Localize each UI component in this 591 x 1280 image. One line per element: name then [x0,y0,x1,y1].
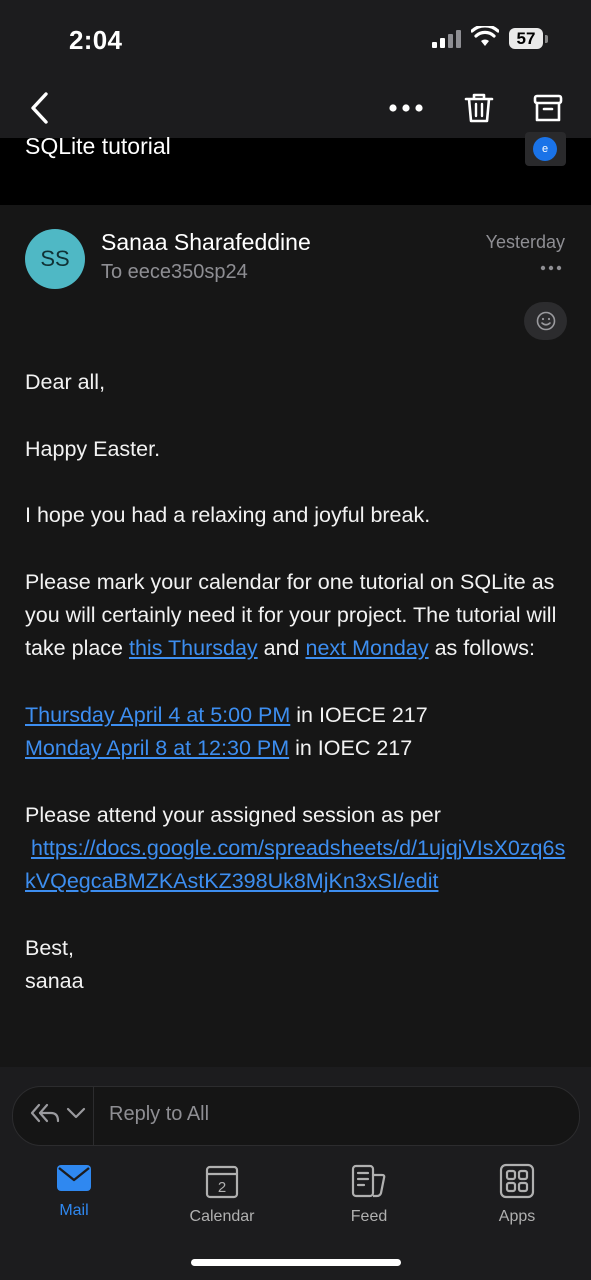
date-link-this-thursday[interactable]: this Thursday [129,636,258,660]
message-more-icon[interactable] [540,265,562,271]
battery-level: 57 [509,28,543,49]
body-paragraph: Please attend your assigned session as p… [25,799,570,899]
status-bar: 2:04 57 [0,0,591,78]
session-room: in IOEC 217 [289,736,413,761]
chevron-left-icon [31,92,48,124]
home-indicator[interactable] [191,1259,401,1266]
closing: Best, [25,936,74,961]
sender-thumbnail[interactable]: e [525,132,566,166]
signature: sanaa [25,969,84,994]
bottom-area: Reply to All Mail 2 Calendar Feed Apps [0,1067,591,1280]
status-time: 2:04 [69,25,123,55]
thumbnail-letter: e [533,137,557,161]
calendar-icon: 2 [205,1165,239,1199]
avatar[interactable]: SS [25,229,85,289]
tab-label: Mail [59,1202,89,1219]
tab-mail[interactable]: Mail [26,1163,122,1220]
text-run: as follows: [428,636,535,661]
back-button[interactable] [20,86,60,130]
session-link-monday[interactable]: Monday April 8 at 12:30 PM [25,736,289,760]
more-horizontal-icon [389,104,423,112]
tab-label: Apps [498,1208,536,1225]
text-run: and [257,636,306,661]
greeting: Dear all, [25,370,106,394]
tab-label: Calendar [189,1208,255,1225]
nav-bar [0,78,591,138]
text-run: Please attend your assigned session as p… [25,802,441,827]
reaction-button[interactable] [524,302,567,340]
sign-off: Best, sanaa [25,932,570,999]
message-date: Yesterday [485,232,565,252]
session-room: in IOECE 217 [290,702,428,727]
message-card: SS Sanaa Sharafeddine To eece350sp24 Yes… [0,205,591,1067]
spreadsheet-link[interactable]: https://docs.google.com/spreadsheets/d/1… [25,836,565,893]
email-subject: SQLite tutorial [25,133,171,159]
reply-mode-selector[interactable] [29,1101,87,1125]
body-paragraph: Happy Easter. [25,436,161,461]
more-options-button[interactable] [384,86,428,130]
body-paragraph: Please mark your calendar for one tutori… [25,566,570,666]
session-link-thursday[interactable]: Thursday April 4 at 5:00 PM [25,703,290,727]
archive-button[interactable] [527,84,569,132]
tab-apps[interactable]: Apps [469,1163,565,1226]
subject-header: SQLite tutorial e [0,132,591,204]
archive-icon [533,94,563,122]
reply-all-icon [30,1103,60,1123]
chevron-down-icon [66,1107,86,1119]
tab-label: Feed [350,1208,388,1225]
feed-icon [351,1164,386,1198]
session-list: Thursday April 4 at 5:00 PM in IOECE 217… [25,699,570,766]
mail-icon [57,1165,91,1191]
date-link-next-monday[interactable]: next Monday [305,636,428,660]
tab-feed[interactable]: Feed [321,1163,417,1226]
reply-input[interactable]: Reply to All [109,1103,209,1126]
reply-bar[interactable]: Reply to All [12,1086,580,1146]
reply-divider [93,1087,94,1145]
apps-icon [499,1163,535,1199]
trash-icon [464,93,494,123]
wifi-icon [471,26,499,46]
smiley-icon [536,311,555,331]
delete-button[interactable] [458,84,500,132]
battery-tip [545,35,548,43]
tab-calendar[interactable]: 2 Calendar [174,1163,270,1226]
message-body: Dear all, Happy Easter. I hope you had a… [25,366,570,1032]
calendar-day: 2 [218,1179,226,1196]
sender-name[interactable]: Sanaa Sharafeddine [101,229,311,256]
recipients[interactable]: To eece350sp24 [101,261,248,284]
cellular-signal-icon [432,30,461,48]
body-paragraph: I hope you had a relaxing and joyful bre… [25,503,431,528]
